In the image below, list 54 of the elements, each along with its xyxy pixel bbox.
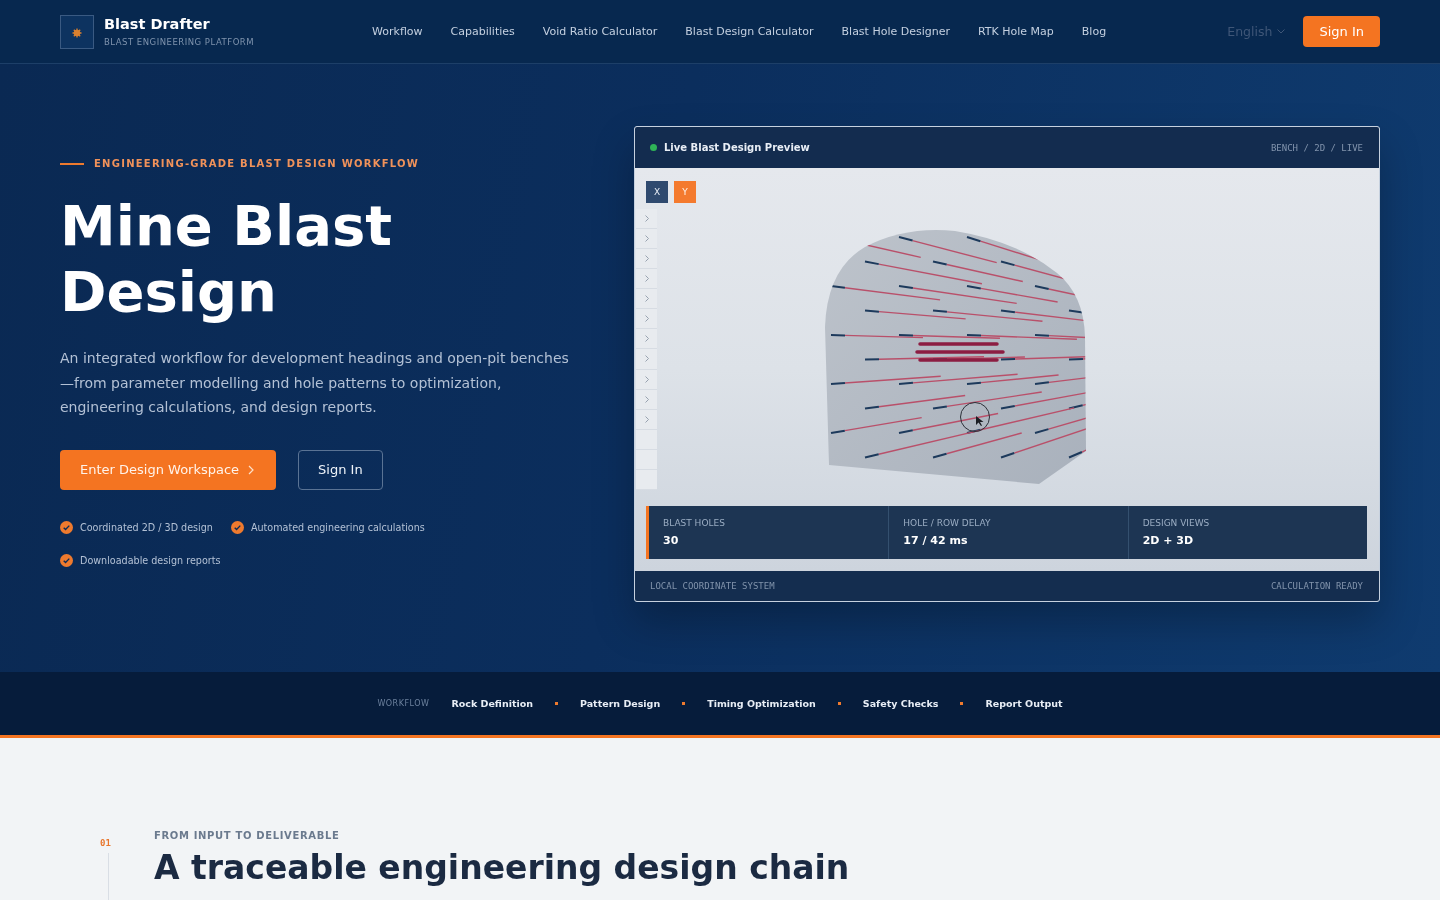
check-icon xyxy=(60,554,73,567)
chevron-icon[interactable] xyxy=(644,315,649,323)
nav-link[interactable]: RTK Hole Map xyxy=(978,24,1054,39)
chevron-icon xyxy=(248,464,255,475)
brand-name: Blast Drafter xyxy=(104,15,211,33)
preview-title: Live Blast Design Preview xyxy=(664,142,810,153)
nav-link[interactable]: Void Ratio Calculator xyxy=(542,24,658,39)
stat-label: HOLE / ROW DELAY xyxy=(903,518,992,529)
chevron-icon[interactable] xyxy=(644,215,649,223)
hero-eyebrow: ENGINEERING-GRADE BLAST DESIGN WORKFLOW xyxy=(94,157,420,171)
stat-value: 17 / 42 ms xyxy=(903,534,969,547)
nav-link[interactable]: Blog xyxy=(1081,24,1107,39)
nav-link[interactable]: Workflow xyxy=(372,24,423,39)
calculation-status: CALCULATION READY xyxy=(1270,581,1363,591)
nav-link[interactable]: Blast Hole Designer xyxy=(841,24,950,39)
workflow-step: Pattern Design xyxy=(580,698,661,709)
brand-tagline: BLAST ENGINEERING PLATFORM xyxy=(104,36,255,48)
feature-text: Automated engineering calculations xyxy=(250,520,425,535)
caret-icon xyxy=(1277,29,1286,34)
stat-label: DESIGN VIEWS xyxy=(1142,518,1211,529)
logo-icon xyxy=(60,14,94,49)
check-icon xyxy=(230,521,244,534)
hero-title: Mine Blast Design xyxy=(60,193,394,324)
status-dot-icon xyxy=(650,144,657,151)
workflow-label: WORKFLOW xyxy=(377,699,430,708)
section-eyebrow: FROM INPUT TO DELIVERABLE xyxy=(154,830,341,842)
stat-label: BLAST HOLES xyxy=(663,518,726,529)
feature-text: Downloadable design reports xyxy=(80,553,221,568)
workflow-step: Report Output xyxy=(985,698,1063,709)
nav-link[interactable]: Blast Design Calculator xyxy=(685,24,814,39)
stat-value: 30 xyxy=(663,534,680,547)
coordinate-label: LOCAL COORDINATE SYSTEM xyxy=(650,581,775,591)
chevron-icon[interactable] xyxy=(644,295,649,303)
feature-text: Coordinated 2D / 3D design xyxy=(80,520,213,535)
workflow-step: Safety Checks xyxy=(862,698,939,709)
chevron-icon[interactable] xyxy=(644,275,649,283)
preview-mode: BENCH / 2D / LIVE xyxy=(1270,142,1363,153)
chevron-icon[interactable] xyxy=(644,335,649,343)
workflow-step: Rock Definition xyxy=(451,698,533,709)
nav-link[interactable]: Capabilities xyxy=(450,24,515,39)
section-number: 01 xyxy=(100,838,112,849)
axis-button[interactable]: X xyxy=(646,181,668,203)
sign-in-button[interactable]: Sign In xyxy=(298,449,383,490)
chevron-icon[interactable] xyxy=(644,395,649,403)
check-icon xyxy=(60,521,73,534)
chevron-icon[interactable] xyxy=(644,415,649,423)
chevron-icon[interactable] xyxy=(644,235,649,243)
chevron-icon[interactable] xyxy=(644,255,649,263)
section-title: A traceable engineering design chain xyxy=(154,848,850,888)
workflow-step: Timing Optimization xyxy=(707,698,816,709)
stat-value: 2D + 3D xyxy=(1142,534,1195,547)
hero-description: An integrated workflow for development headings and open-pit benches—from parameter modelling and hole patterns to optimization, engineering calculations, and design reports. xyxy=(60,349,570,417)
chevron-icon[interactable] xyxy=(644,375,649,383)
chevron-icon[interactable] xyxy=(644,355,649,363)
